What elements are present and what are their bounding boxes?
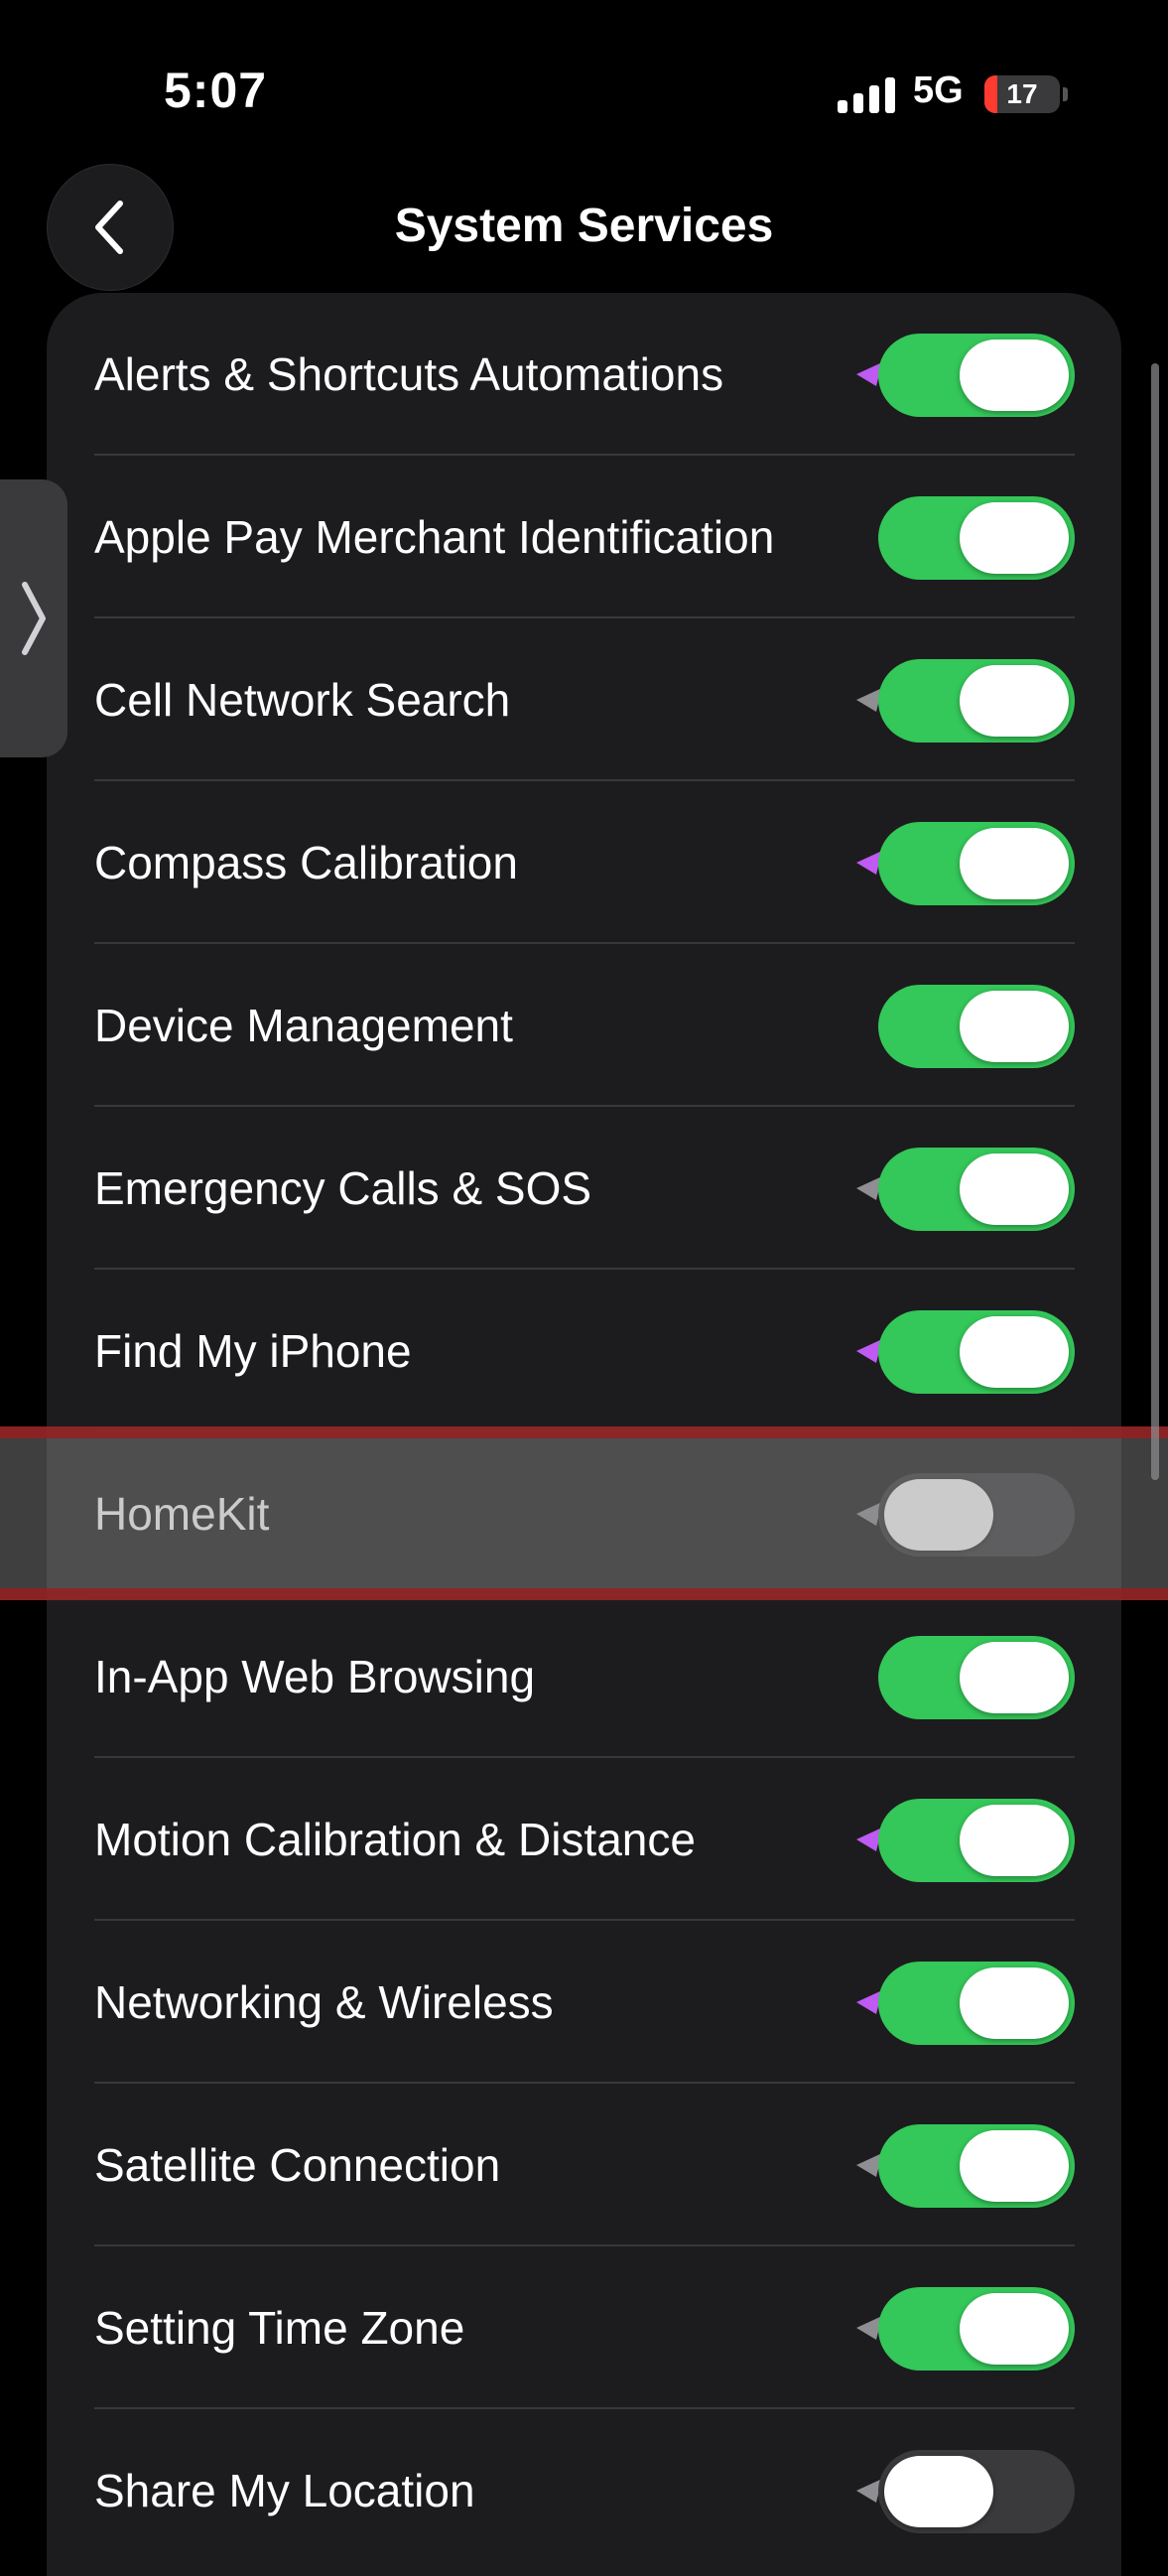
scrollbar[interactable] bbox=[1151, 363, 1159, 1480]
service-row[interactable]: Find My iPhone bbox=[47, 1270, 1121, 1432]
network-type: 5G bbox=[913, 69, 964, 111]
toggle-knob bbox=[960, 1967, 1069, 2039]
service-row[interactable]: Satellite Connection bbox=[47, 2084, 1121, 2246]
toggle-knob bbox=[960, 1642, 1069, 1713]
service-toggle[interactable] bbox=[878, 2450, 1075, 2533]
toggle-knob bbox=[960, 339, 1069, 411]
service-label: Setting Time Zone bbox=[94, 2302, 465, 2354]
battery-cap bbox=[1063, 87, 1068, 101]
toggle-knob bbox=[960, 1805, 1069, 1876]
service-row[interactable]: HomeKit bbox=[47, 1432, 1121, 1595]
toggle-knob bbox=[960, 665, 1069, 737]
toggle-knob bbox=[960, 2130, 1069, 2202]
service-row[interactable]: Emergency Calls & SOS bbox=[47, 1107, 1121, 1270]
service-label: In-App Web Browsing bbox=[94, 1651, 536, 1702]
service-label: Networking & Wireless bbox=[94, 1976, 554, 2028]
service-label: HomeKit bbox=[94, 1488, 270, 1540]
toggle-knob bbox=[960, 828, 1069, 899]
service-label: Compass Calibration bbox=[94, 837, 518, 888]
service-label: Find My iPhone bbox=[94, 1325, 412, 1377]
service-toggle[interactable] bbox=[878, 1636, 1075, 1719]
service-label: Emergency Calls & SOS bbox=[94, 1162, 592, 1214]
service-label: Cell Network Search bbox=[94, 674, 511, 726]
service-label: Device Management bbox=[94, 1000, 513, 1051]
service-toggle[interactable] bbox=[878, 985, 1075, 1068]
service-label: Share My Location bbox=[94, 2465, 475, 2516]
toggle-knob bbox=[884, 1479, 993, 1551]
system-services-list: Alerts & Shortcuts Automations Apple Pay … bbox=[47, 293, 1121, 2576]
service-toggle[interactable] bbox=[878, 1962, 1075, 2045]
service-row[interactable]: Share My Location bbox=[47, 2409, 1121, 2572]
service-row[interactable]: Setting Time Zone bbox=[47, 2246, 1121, 2409]
service-row[interactable]: Apple Pay Merchant Identification bbox=[47, 456, 1121, 618]
service-toggle[interactable] bbox=[878, 2287, 1075, 2371]
service-toggle[interactable] bbox=[878, 1473, 1075, 1557]
service-toggle[interactable] bbox=[878, 659, 1075, 743]
battery-percentage: 17 bbox=[1006, 78, 1038, 109]
service-toggle[interactable] bbox=[878, 2124, 1075, 2208]
page-title: System Services bbox=[394, 200, 774, 252]
service-toggle[interactable] bbox=[878, 1310, 1075, 1394]
battery-icon: 17 bbox=[984, 75, 1060, 113]
toggle-knob bbox=[884, 2456, 993, 2527]
toggle-knob bbox=[960, 1153, 1069, 1225]
toggle-knob bbox=[960, 502, 1069, 574]
service-label: Alerts & Shortcuts Automations bbox=[94, 348, 724, 400]
service-toggle[interactable] bbox=[878, 496, 1075, 580]
service-row[interactable]: Alerts & Shortcuts Automations bbox=[47, 293, 1121, 456]
toggle-knob bbox=[960, 2293, 1069, 2365]
service-label: Motion Calibration & Distance bbox=[94, 1814, 696, 1865]
cellular-signal-icon bbox=[838, 75, 895, 113]
service-row[interactable]: In-App Web Browsing bbox=[47, 1595, 1121, 1758]
service-row[interactable]: Device Management bbox=[47, 944, 1121, 1107]
service-row[interactable]: Cell Network Search bbox=[47, 618, 1121, 781]
service-label: Apple Pay Merchant Identification bbox=[94, 511, 775, 563]
service-toggle[interactable] bbox=[878, 822, 1075, 905]
service-toggle[interactable] bbox=[878, 1799, 1075, 1882]
status-time: 5:07 bbox=[164, 63, 268, 118]
toggle-knob bbox=[960, 1316, 1069, 1388]
service-row[interactable]: Motion Calibration & Distance bbox=[47, 1758, 1121, 1921]
service-toggle[interactable] bbox=[878, 334, 1075, 417]
service-row[interactable]: Compass Calibration bbox=[47, 781, 1121, 944]
toggle-knob bbox=[960, 991, 1069, 1062]
service-label: Satellite Connection bbox=[94, 2139, 501, 2191]
service-toggle[interactable] bbox=[878, 1148, 1075, 1231]
service-row[interactable]: Networking & Wireless bbox=[47, 1921, 1121, 2084]
side-panel-handle[interactable] bbox=[0, 479, 67, 757]
chevron-right-icon bbox=[22, 582, 46, 655]
